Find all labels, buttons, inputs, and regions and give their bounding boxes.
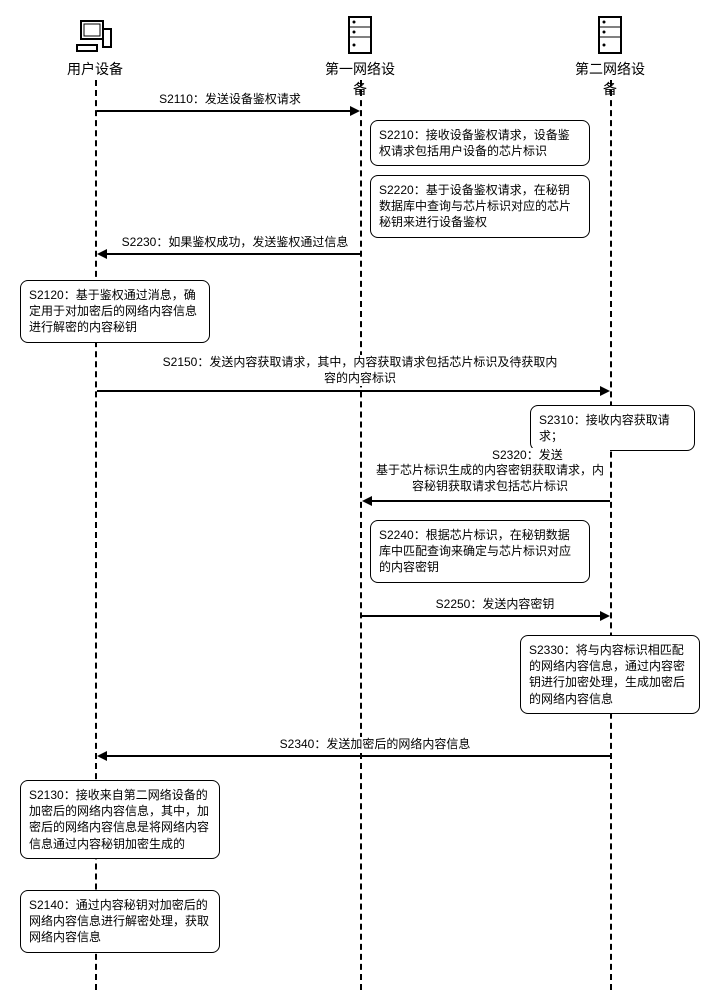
arrow-head (362, 496, 372, 506)
box-s2210: S2210：接收设备鉴权请求，设备鉴权请求包括用户设备的芯片标识 (370, 120, 590, 166)
arrow-head (600, 386, 610, 396)
lifeline-net1 (360, 80, 362, 990)
arrow-label-s2320-prefix: S2320：发送 (490, 448, 610, 464)
box-s2240: S2240：根据芯片标识，在秘钥数据库中匹配查询来确定与芯片标识对应的内容密钥 (370, 520, 590, 583)
box-s2120: S2120：基于鉴权通过消息，确定用于对加密后的网络内容信息进行解密的内容秘钥 (20, 280, 210, 343)
box-s2310: S2310：接收内容获取请求； (530, 405, 695, 451)
arrow-label-s2340: S2340：发送加密后的网络内容信息 (250, 737, 500, 753)
box-s2330: S2330：将与内容标识相匹配的网络内容信息，通过内容密钥进行加密处理，生成加密… (520, 635, 700, 714)
arrow-head (600, 611, 610, 621)
arrow-s2110 (97, 110, 350, 112)
arrow-label-s2320: 基于芯片标识生成的内容密钥获取请求，内容秘钥获取请求包括芯片标识 (370, 463, 610, 494)
arrow-label-s2150: S2150：发送内容获取请求，其中，内容获取请求包括芯片标识及待获取内容的内容标… (160, 355, 560, 386)
arrow-label-s2110: S2110：发送设备鉴权请求 (130, 92, 330, 108)
box-s2140: S2140：通过内容秘钥对加密后的网络内容信息进行解密处理，获取网络内容信息 (20, 890, 220, 953)
participant-user-equipment: 用户设备 (65, 15, 125, 79)
arrow-head (97, 751, 107, 761)
arrow-s2150 (97, 390, 600, 392)
arrow-s2340 (107, 755, 610, 757)
arrow-head (350, 106, 360, 116)
arrow-s2250 (362, 615, 600, 617)
arrow-head (97, 249, 107, 259)
arrow-label-s2250: S2250：发送内容密钥 (420, 597, 570, 613)
participant-label: 用户设备 (65, 59, 125, 79)
server-icon (340, 15, 380, 55)
arrow-s2320 (372, 500, 610, 502)
arrow-label-s2230: S2230：如果鉴权成功，发送鉴权通过信息 (110, 235, 360, 251)
server-icon (590, 15, 630, 55)
lifeline-net2 (610, 80, 612, 990)
box-s2130: S2130：接收来自第二网络设备的加密后的网络内容信息，其中，加密后的网络内容信… (20, 780, 220, 859)
arrow-s2230 (107, 253, 360, 255)
box-s2220: S2220：基于设备鉴权请求，在秘钥数据库中查询与芯片标识对应的芯片秘钥来进行设… (370, 175, 590, 238)
computer-icon (75, 15, 115, 55)
